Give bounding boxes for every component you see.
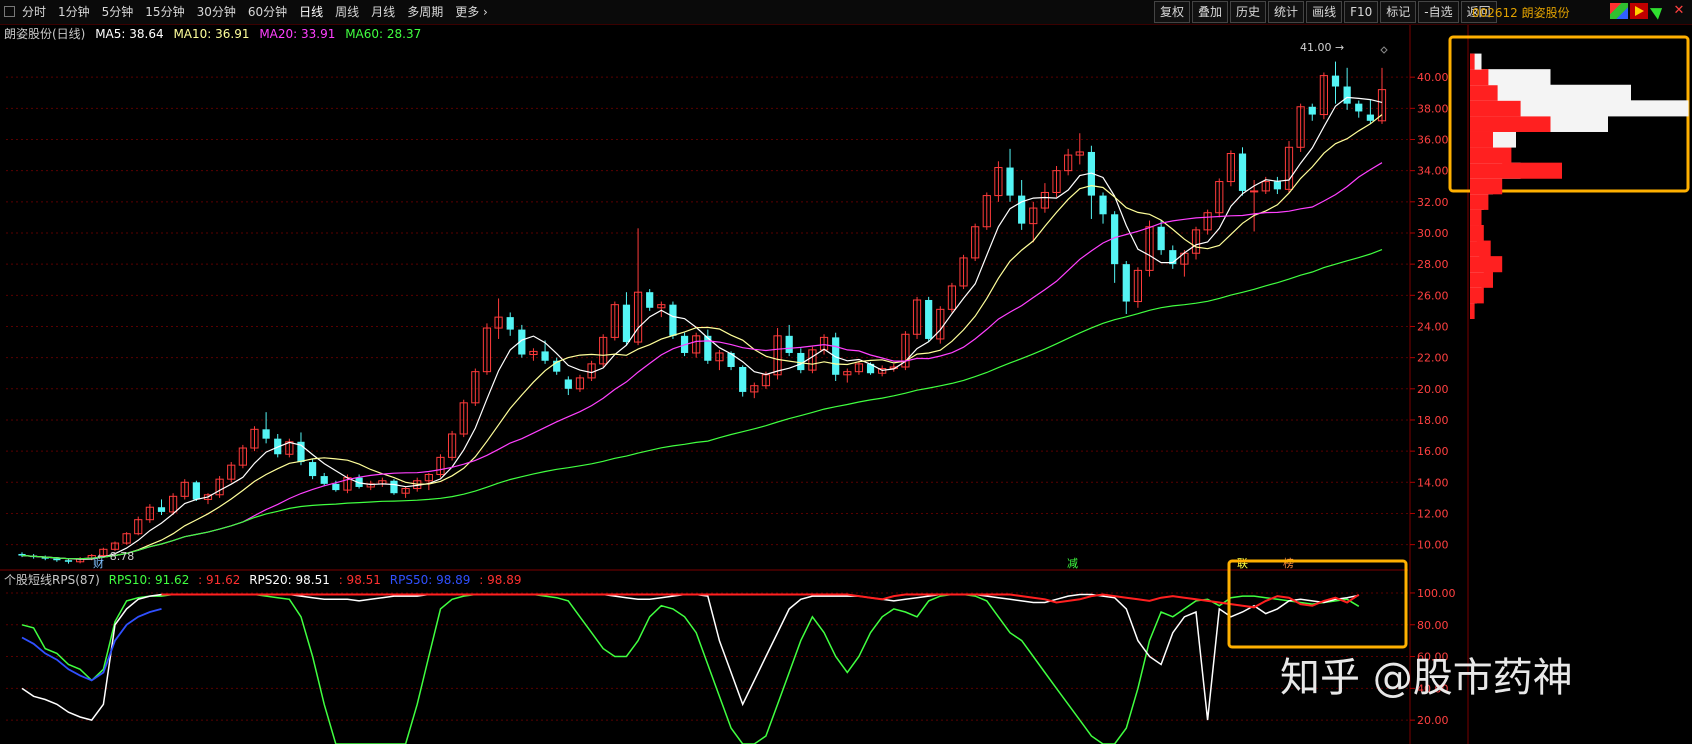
price-tick-label: 20.00 (1417, 383, 1449, 396)
chip-bar-red (1470, 193, 1489, 210)
candle-down (1355, 103, 1363, 112)
diamond-marker-icon (1380, 46, 1388, 54)
candle-down (669, 304, 677, 336)
candle-up (1250, 190, 1259, 193)
rps-tick-label: 80.00 (1417, 619, 1449, 632)
candle-down (157, 507, 166, 512)
price-tick-label: 14.00 (1417, 476, 1449, 489)
candle-down (262, 429, 270, 439)
chip-bar-red (1470, 147, 1512, 164)
event-marker-jian: 减 (1067, 557, 1078, 570)
candle-down (1099, 195, 1107, 215)
candle-down (1366, 114, 1374, 121)
candle-down (564, 379, 572, 389)
candle-down (1308, 106, 1316, 115)
candle-down (1018, 195, 1026, 224)
ma5-line (21, 96, 1383, 560)
candle-down (320, 476, 328, 484)
rps-red-line (161, 593, 1360, 609)
chip-bar-red (1470, 256, 1503, 273)
price-tick-label: 40.00 (1417, 71, 1449, 84)
price-tick-label: 28.00 (1417, 258, 1449, 271)
candle-down (53, 558, 61, 561)
price-tick-label: 32.00 (1417, 196, 1449, 209)
candle-down (1273, 181, 1281, 190)
chip-bar-red (1470, 271, 1493, 288)
rps-tick-label: 100.00 (1417, 587, 1456, 600)
candle-down (646, 292, 654, 308)
chip-bar-red (1470, 131, 1493, 148)
price-tick-label: 30.00 (1417, 227, 1449, 240)
event-marker-lian: 联 (1237, 557, 1248, 570)
ma10-line (21, 114, 1383, 560)
candle-down (541, 351, 549, 361)
candle-down (332, 483, 340, 491)
candle-down (1122, 264, 1130, 302)
candle-down (192, 482, 200, 500)
candle-down (1343, 86, 1351, 104)
candle-down (832, 337, 840, 375)
price-tick-label: 26.00 (1417, 289, 1449, 302)
price-tick-label: 10.00 (1417, 539, 1449, 552)
chip-bar-red (1470, 53, 1475, 70)
ma20-line (21, 162, 1383, 560)
candle-down (506, 317, 514, 330)
chip-bar-red (1470, 100, 1521, 117)
watermark-text: 知乎 @股市药神 (1280, 655, 1573, 701)
chip-bar-red (1470, 69, 1489, 86)
chip-bar-red (1470, 209, 1482, 226)
chip-bar-red (1470, 178, 1503, 195)
candle-down (390, 480, 398, 494)
rps20-line (21, 593, 1359, 721)
candle-down (1331, 75, 1340, 87)
chip-bar-red (1470, 224, 1484, 242)
price-tick-label: 38.00 (1417, 102, 1449, 115)
event-marker-bang: 榜 (1283, 556, 1294, 570)
candle-down (622, 304, 631, 343)
candle-down (308, 462, 317, 477)
ma60-line (21, 249, 1383, 560)
chip-bar-red (1470, 162, 1562, 179)
candle-down (1006, 167, 1014, 196)
candle-down (739, 366, 747, 392)
price-tick-label: 36.00 (1417, 133, 1449, 146)
price-tick-label: 34.00 (1417, 165, 1449, 178)
price-tick-label: 18.00 (1417, 414, 1449, 427)
price-tick-label: 22.00 (1417, 352, 1449, 365)
rps-tick-label: 20.00 (1417, 714, 1449, 727)
price-tick-label: 12.00 (1417, 507, 1449, 520)
candle-down (1157, 226, 1165, 251)
stock-chart-canvas[interactable]: 10.00 12.00 14.00 16.00 18.00 20.00 22.00 24.00… (0, 0, 1692, 744)
candle-down (925, 299, 933, 339)
chip-bar-red (1470, 115, 1551, 132)
candle-down (797, 352, 805, 371)
candle-down (64, 560, 73, 562)
chip-bar-red (1470, 240, 1491, 257)
price-tick-label: 16.00 (1417, 445, 1449, 458)
high-price-label: 41.00 → (1300, 41, 1344, 54)
event-marker-cai: 财 (93, 556, 104, 570)
candle-down (785, 335, 793, 353)
chip-bar-red (1470, 302, 1475, 319)
chip-bar-red (1470, 84, 1498, 101)
candle-down (1238, 153, 1247, 191)
chip-bar-red (1470, 287, 1484, 304)
price-tick-label: 24.00 (1417, 320, 1449, 333)
rps10-line (21, 593, 1360, 744)
